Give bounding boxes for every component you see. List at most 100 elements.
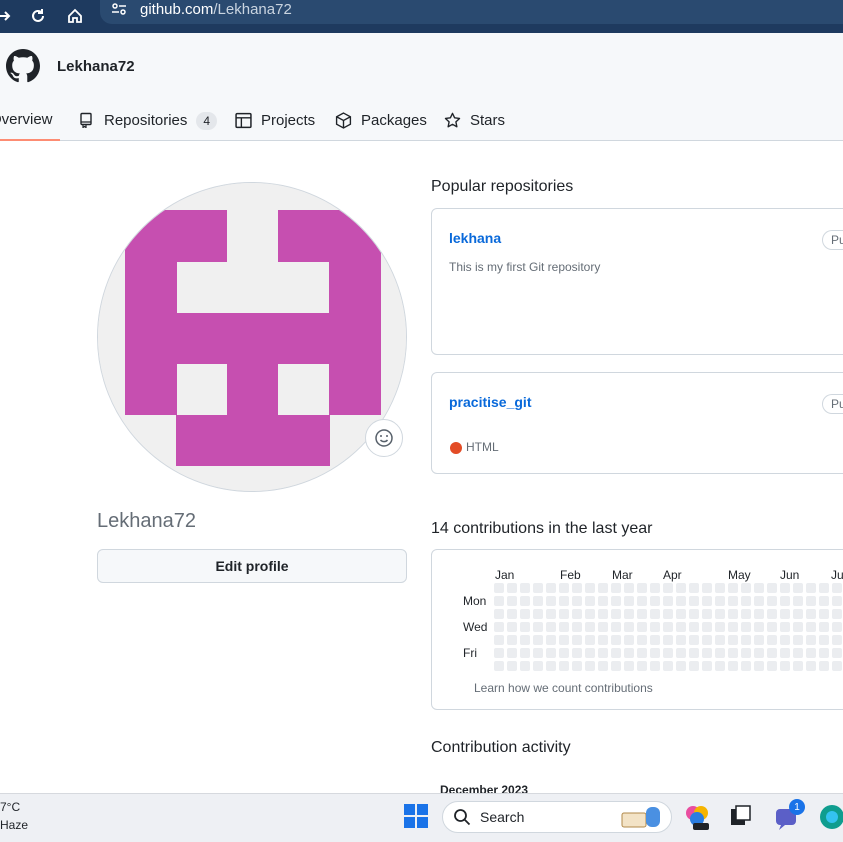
contribution-day-cell[interactable] bbox=[494, 609, 504, 619]
contribution-day-cell[interactable] bbox=[572, 596, 582, 606]
contribution-day-cell[interactable] bbox=[559, 583, 569, 593]
search-highlight-icon[interactable] bbox=[620, 803, 660, 831]
edge-browser-icon[interactable] bbox=[818, 803, 843, 831]
contribution-day-cell[interactable] bbox=[494, 635, 504, 645]
contribution-day-cell[interactable] bbox=[637, 596, 647, 606]
contribution-day-cell[interactable] bbox=[780, 648, 790, 658]
contribution-day-cell[interactable] bbox=[507, 622, 517, 632]
contribution-day-cell[interactable] bbox=[728, 583, 738, 593]
contribution-day-cell[interactable] bbox=[585, 635, 595, 645]
contribution-day-cell[interactable] bbox=[754, 583, 764, 593]
contribution-day-cell[interactable] bbox=[793, 661, 803, 671]
contribution-day-cell[interactable] bbox=[806, 609, 816, 619]
contribution-day-cell[interactable] bbox=[754, 609, 764, 619]
contribution-day-cell[interactable] bbox=[676, 661, 686, 671]
contribution-day-cell[interactable] bbox=[754, 635, 764, 645]
contribution-day-cell[interactable] bbox=[702, 635, 712, 645]
contribution-day-cell[interactable] bbox=[494, 648, 504, 658]
contribution-day-cell[interactable] bbox=[793, 635, 803, 645]
contribution-day-cell[interactable] bbox=[624, 596, 634, 606]
contribution-day-cell[interactable] bbox=[832, 635, 842, 645]
contribution-day-cell[interactable] bbox=[715, 596, 725, 606]
weather-condition[interactable]: Haze bbox=[0, 818, 28, 832]
contribution-day-cell[interactable] bbox=[494, 622, 504, 632]
contribution-day-cell[interactable] bbox=[767, 596, 777, 606]
contribution-day-cell[interactable] bbox=[715, 609, 725, 619]
avatar[interactable] bbox=[97, 182, 407, 492]
contribution-day-cell[interactable] bbox=[585, 596, 595, 606]
contribution-day-cell[interactable] bbox=[611, 648, 621, 658]
contribution-day-cell[interactable] bbox=[637, 583, 647, 593]
contribution-day-cell[interactable] bbox=[754, 596, 764, 606]
contribution-day-cell[interactable] bbox=[715, 635, 725, 645]
contribution-day-cell[interactable] bbox=[546, 583, 556, 593]
contribution-day-cell[interactable] bbox=[754, 661, 764, 671]
contribution-day-cell[interactable] bbox=[611, 609, 621, 619]
contribution-day-cell[interactable] bbox=[793, 648, 803, 658]
contribution-day-cell[interactable] bbox=[806, 648, 816, 658]
contribution-day-cell[interactable] bbox=[767, 609, 777, 619]
contribution-day-cell[interactable] bbox=[741, 609, 751, 619]
contribution-day-cell[interactable] bbox=[676, 648, 686, 658]
contribution-day-cell[interactable] bbox=[793, 609, 803, 619]
contribution-day-cell[interactable] bbox=[819, 596, 829, 606]
contribution-day-cell[interactable] bbox=[520, 622, 530, 632]
contribution-day-cell[interactable] bbox=[598, 609, 608, 619]
github-logo-icon[interactable] bbox=[6, 49, 40, 83]
contribution-day-cell[interactable] bbox=[650, 661, 660, 671]
contribution-day-cell[interactable] bbox=[689, 661, 699, 671]
contribution-day-cell[interactable] bbox=[715, 622, 725, 632]
contribution-day-cell[interactable] bbox=[780, 622, 790, 632]
contribution-day-cell[interactable] bbox=[650, 596, 660, 606]
contribution-day-cell[interactable] bbox=[741, 648, 751, 658]
contribution-day-cell[interactable] bbox=[598, 635, 608, 645]
contribution-day-cell[interactable] bbox=[702, 648, 712, 658]
contribution-day-cell[interactable] bbox=[728, 648, 738, 658]
contribution-day-cell[interactable] bbox=[676, 583, 686, 593]
contribution-day-cell[interactable] bbox=[689, 609, 699, 619]
contribution-day-cell[interactable] bbox=[546, 648, 556, 658]
contribution-day-cell[interactable] bbox=[533, 596, 543, 606]
contribution-day-cell[interactable] bbox=[546, 622, 556, 632]
contribution-day-cell[interactable] bbox=[598, 583, 608, 593]
contribution-day-cell[interactable] bbox=[663, 583, 673, 593]
contribution-day-cell[interactable] bbox=[559, 609, 569, 619]
tab-repositories[interactable]: Repositories 4 bbox=[78, 100, 218, 141]
contribution-day-cell[interactable] bbox=[598, 648, 608, 658]
contribution-day-cell[interactable] bbox=[507, 583, 517, 593]
contribution-day-cell[interactable] bbox=[533, 661, 543, 671]
contribution-day-cell[interactable] bbox=[767, 635, 777, 645]
contribution-day-cell[interactable] bbox=[624, 609, 634, 619]
contribution-day-cell[interactable] bbox=[767, 583, 777, 593]
contribution-day-cell[interactable] bbox=[520, 583, 530, 593]
set-status-button[interactable] bbox=[365, 419, 403, 457]
contribution-day-cell[interactable] bbox=[507, 609, 517, 619]
contribution-day-cell[interactable] bbox=[832, 596, 842, 606]
contribution-day-cell[interactable] bbox=[702, 596, 712, 606]
contribution-day-cell[interactable] bbox=[689, 622, 699, 632]
contribution-day-cell[interactable] bbox=[520, 609, 530, 619]
weather-temperature[interactable]: 7°C bbox=[0, 800, 20, 814]
home-icon[interactable] bbox=[63, 4, 87, 28]
contribution-day-cell[interactable] bbox=[585, 609, 595, 619]
contribution-day-cell[interactable] bbox=[533, 622, 543, 632]
contribution-day-cell[interactable] bbox=[689, 648, 699, 658]
contribution-day-cell[interactable] bbox=[689, 635, 699, 645]
contribution-day-cell[interactable] bbox=[793, 583, 803, 593]
contribution-day-cell[interactable] bbox=[624, 583, 634, 593]
contribution-day-cell[interactable] bbox=[793, 622, 803, 632]
contribution-day-cell[interactable] bbox=[663, 661, 673, 671]
contribution-day-cell[interactable] bbox=[637, 648, 647, 658]
contribution-day-cell[interactable] bbox=[559, 622, 569, 632]
contribution-day-cell[interactable] bbox=[572, 583, 582, 593]
contribution-day-cell[interactable] bbox=[624, 661, 634, 671]
contribution-day-cell[interactable] bbox=[533, 648, 543, 658]
contribution-day-cell[interactable] bbox=[767, 648, 777, 658]
contribution-day-cell[interactable] bbox=[819, 635, 829, 645]
contribution-day-cell[interactable] bbox=[507, 648, 517, 658]
contribution-day-cell[interactable] bbox=[728, 635, 738, 645]
tab-projects[interactable]: Projects bbox=[235, 100, 315, 141]
contribution-day-cell[interactable] bbox=[832, 661, 842, 671]
contribution-day-cell[interactable] bbox=[663, 596, 673, 606]
contribution-day-cell[interactable] bbox=[832, 622, 842, 632]
